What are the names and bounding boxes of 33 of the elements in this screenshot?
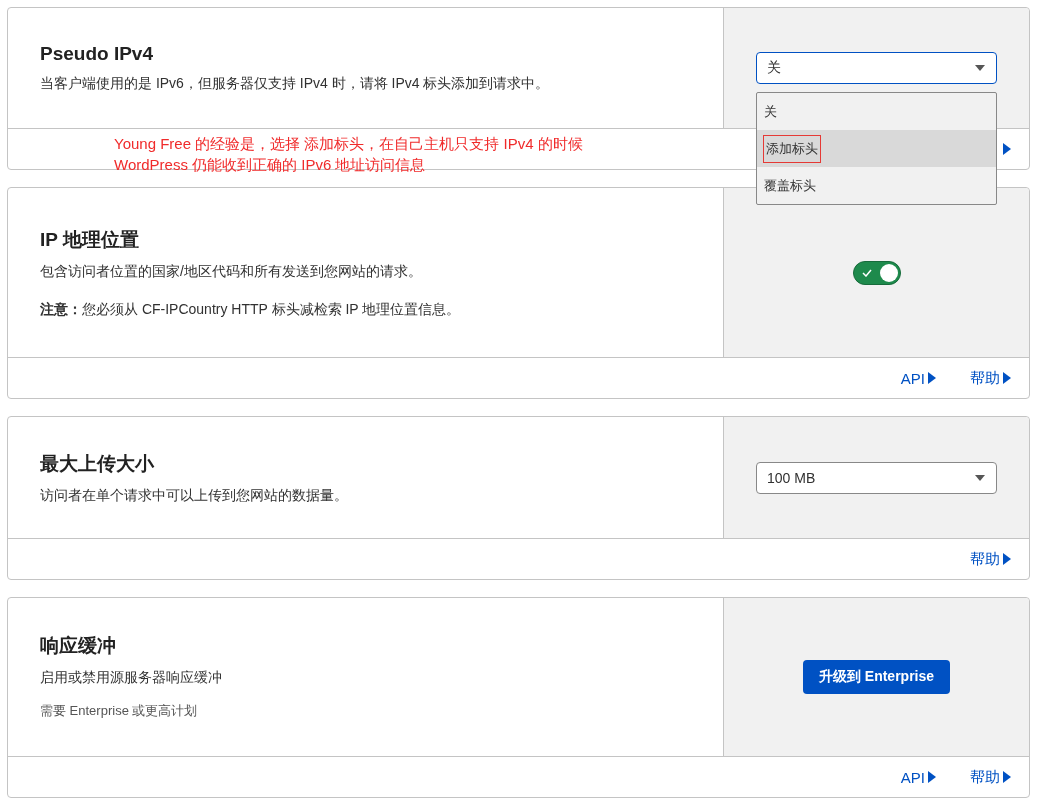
caret-icon [975, 65, 985, 71]
setting-title: 响应缓冲 [40, 634, 117, 658]
setting-title: 最大上传大小 [40, 451, 155, 476]
setting-description: 访问者在单个请求中可以上传到您网站的数据量。 [40, 485, 349, 505]
upgrade-button[interactable]: 升级到 Enterprise [802, 660, 951, 694]
footer-link[interactable]: 帮助 [970, 549, 1011, 569]
annotation-text: WordPress 仍能收到正确的 IPv6 地址访问信息 [114, 155, 427, 175]
setting-description: 注意：您必须从 CF-IPCountry HTTP 标头减检索 IP 地理位置信息。 [40, 299, 462, 319]
triangle-icon[interactable] [1003, 143, 1011, 155]
footer-link[interactable]: API [900, 369, 936, 387]
footer-link[interactable]: 帮助 [970, 368, 1011, 388]
triangle-icon [1003, 553, 1011, 565]
toggle-switch[interactable] [852, 260, 901, 285]
triangle-icon [1003, 372, 1011, 384]
setting-description: 包含访问者位置的国家/地区代码和所有发送到您网站的请求。 [40, 261, 423, 281]
check-icon [861, 268, 872, 277]
dropdown-select[interactable]: 关 [756, 52, 997, 84]
setting-description: 启用或禁用源服务器响应缓冲 [40, 668, 223, 687]
dropdown-option[interactable]: 添加标头 [757, 130, 996, 167]
dropdown-option[interactable]: 覆盖标头 [757, 167, 996, 204]
caret-icon [975, 474, 985, 481]
setting-description: 需要 Enterprise 或更高计划 [40, 702, 199, 720]
setting-title: Pseudo IPv4 [40, 43, 154, 65]
setting-description: 当客户端使用的是 IPv6，但服务器仅支持 IPv4 时，请将 IPv4 标头添加到请求中。 [40, 74, 551, 93]
setting-title: IP 地理位置 [40, 227, 140, 252]
annotation-text: Young Free 的经验是，选择 添加标头，在自己主机只支持 IPv4 的时候 [114, 134, 583, 154]
triangle-icon [928, 372, 936, 384]
dropdown-select[interactable]: 100 MB [756, 461, 997, 494]
footer-link[interactable]: 帮助 [970, 767, 1011, 787]
footer-link[interactable]: API [900, 768, 936, 786]
triangle-icon [1003, 771, 1011, 783]
dropdown-option[interactable]: 关 [757, 93, 996, 130]
triangle-icon [928, 771, 936, 783]
